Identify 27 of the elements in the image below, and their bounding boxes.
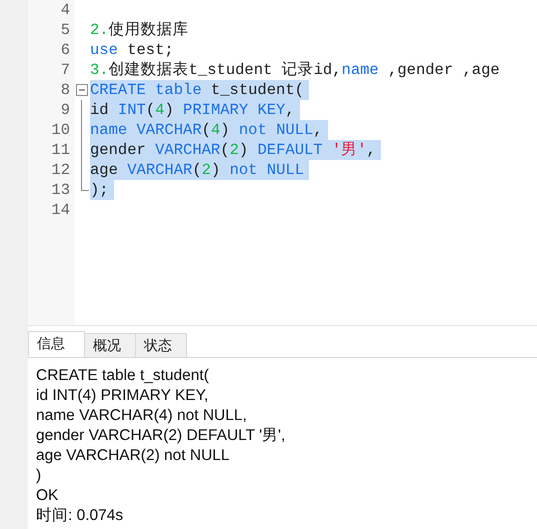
line-number: 4 [60,0,71,20]
code-line: 3.创建数据表t_student 记录id,name ,gender ,age [90,60,500,80]
line-number: 13 [50,180,71,200]
line-number: 6 [60,40,71,60]
output-line: gender VARCHAR(2) DEFAULT '男', [36,426,286,446]
output-line: CREATE table t_student( [36,366,209,386]
line-number: 7 [60,60,71,80]
output-line: ) [36,466,42,486]
fold-end-line [81,180,89,191]
line-number: 8 [60,80,71,100]
tab[interactable]: 状态 [135,333,187,357]
line-number: 10 [50,120,71,140]
tab[interactable]: 概况 [84,333,136,357]
line-number: 9 [60,100,71,120]
output-line: age VARCHAR(2) not NULL [36,446,230,466]
line-number: 11 [50,140,71,160]
line-number: 14 [50,200,71,220]
code-line: 2.使用数据库 [90,20,189,40]
output-line: id INT(4) PRIMARY KEY, [36,386,208,406]
tab[interactable]: 信息 [28,331,85,357]
output-line: OK [36,486,58,506]
output-line: 时间: 0.074s [36,506,124,526]
output-line: name VARCHAR(4) not NULL, [36,406,247,426]
line-number: 5 [60,20,71,40]
line-number: 12 [50,160,71,180]
collapse-icon[interactable] [76,84,88,96]
code-line: use test; [90,40,174,60]
